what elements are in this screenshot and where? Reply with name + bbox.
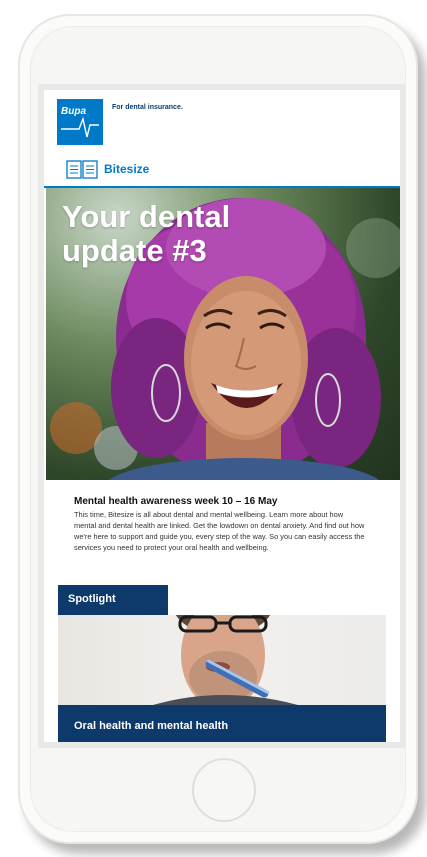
intro-body: This time, Bitesize is all about dental … bbox=[74, 510, 365, 552]
hero-title: Your dental update #3 bbox=[62, 199, 231, 268]
man-brushing-teeth-illustration bbox=[153, 615, 298, 705]
spotlight-label: Spotlight bbox=[68, 593, 116, 605]
spotlight-tab: Spotlight bbox=[58, 585, 168, 615]
intro-heading: Mental health awareness week 10 – 16 May bbox=[74, 496, 278, 507]
email-content: Bupa For dental insurance. Bitesize Your… bbox=[44, 90, 400, 742]
article-title: Oral health and mental health bbox=[74, 720, 229, 732]
tagline: For dental insurance. bbox=[112, 104, 183, 111]
home-button[interactable] bbox=[192, 758, 256, 822]
hero-image[interactable]: Your dental update #3 bbox=[46, 188, 400, 480]
spotlight-image[interactable] bbox=[58, 615, 386, 705]
bupa-logo[interactable]: Bupa bbox=[57, 99, 103, 145]
article-title-bar[interactable]: Oral health and mental health bbox=[58, 705, 386, 742]
book-icon bbox=[66, 160, 98, 179]
phone-screen: Bupa For dental insurance. Bitesize Your… bbox=[38, 84, 406, 748]
bitesize-label: Bitesize bbox=[104, 162, 150, 176]
logo-wordmark: Bupa bbox=[61, 106, 86, 117]
